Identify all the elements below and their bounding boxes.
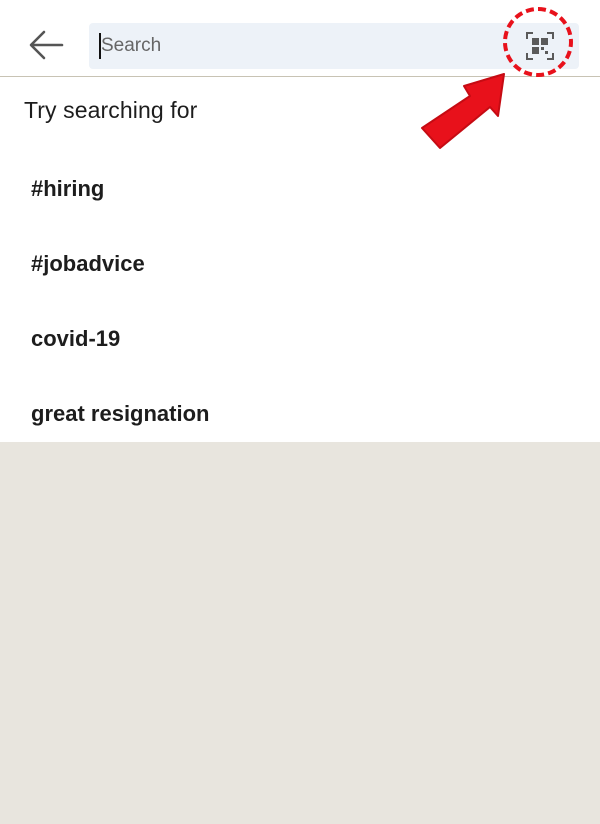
suggestion-label: great resignation	[31, 401, 210, 426]
suggestions-heading: Try searching for	[24, 97, 198, 123]
back-button[interactable]	[26, 28, 66, 62]
suggestion-item-great-resignation[interactable]: great resignation	[0, 383, 600, 443]
suggestion-item-jobadvice[interactable]: #jobadvice	[0, 233, 600, 293]
qr-code-scan-icon	[526, 32, 554, 60]
search-header	[0, 0, 600, 77]
search-bar	[89, 23, 579, 69]
suggestion-label: covid-19	[31, 326, 121, 351]
suggestion-item-hiring[interactable]: #hiring	[0, 158, 600, 218]
suggestion-label: #hiring	[31, 176, 105, 201]
qr-code-button[interactable]	[526, 32, 554, 60]
text-cursor	[99, 33, 101, 59]
suggestion-item-covid-19[interactable]: covid-19	[0, 308, 600, 368]
search-suggestions-panel: Try searching for #hiring #jobadvice cov…	[0, 77, 600, 442]
arrow-left-icon	[29, 30, 64, 60]
suggestion-label: #jobadvice	[31, 251, 145, 276]
search-input[interactable]	[101, 23, 501, 69]
